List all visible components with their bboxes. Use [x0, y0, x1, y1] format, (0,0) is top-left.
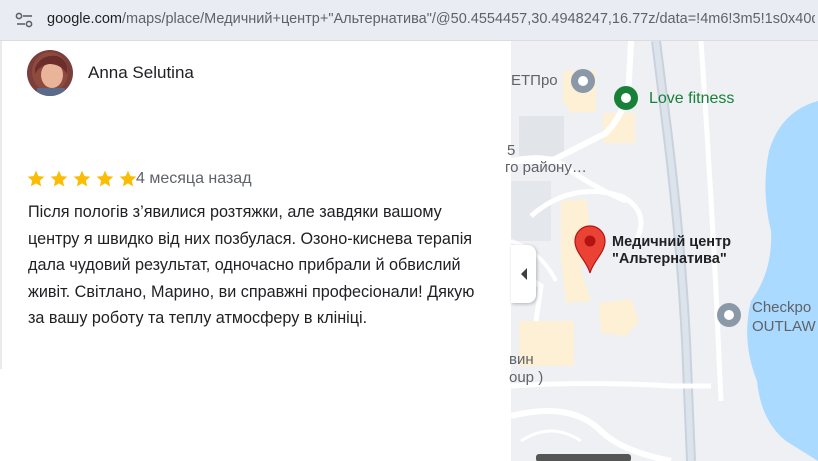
fitness-poi-icon[interactable] [613, 85, 639, 111]
medical-center-name-line1: Медичний центр [612, 234, 731, 250]
checkpoint-name-line1: Checkpo [752, 299, 812, 316]
map-label-district-number: 5 [507, 142, 516, 159]
map-label-medical-center[interactable]: Медичний центр "Альтернатива" [612, 234, 731, 268]
star-icon [96, 170, 114, 187]
star-rating [26, 169, 138, 191]
url-text[interactable]: google.com/maps/place/Медичний+центр+"Ал… [47, 11, 815, 27]
star-icon [50, 170, 68, 187]
address-bar[interactable]: google.com/maps/place/Медичний+центр+"Ал… [0, 0, 818, 41]
avatar[interactable] [27, 50, 73, 96]
checkpoint-poi-icon[interactable] [716, 302, 742, 328]
site-settings-icon[interactable] [14, 11, 36, 29]
url-host: google.com [47, 11, 122, 27]
star-icon [27, 170, 45, 187]
location-pin-icon[interactable] [573, 225, 607, 275]
review-text: Після пологів з’явилися розтяжки, але за… [28, 203, 475, 328]
map-label-checkpoint[interactable]: Checkpo OUTLAW [752, 298, 816, 336]
medical-center-name-line2: "Альтернатива" [612, 251, 727, 267]
map-label-love-fitness[interactable]: Love fitness [649, 90, 734, 108]
collapse-panel-button[interactable] [511, 245, 536, 303]
star-icon [73, 170, 91, 187]
review-date: 4 месяца назад [136, 170, 252, 187]
map-label-group[interactable]: oup ) [509, 369, 543, 386]
panel-edge [0, 41, 2, 369]
reviewer-name[interactable]: Anna Selutina [88, 63, 194, 83]
chevron-left-icon [520, 268, 527, 280]
etpro-poi-icon[interactable] [570, 68, 596, 94]
map-label-vin[interactable]: вин [509, 351, 534, 368]
map-label-etpro[interactable]: ЕТПро [511, 72, 558, 89]
map-label-district[interactable]: го району… [505, 159, 587, 176]
star-icon [119, 170, 137, 187]
checkpoint-name-line2: OUTLAW [752, 318, 816, 335]
url-path: /maps/place/Медичний+центр+"Альтернатива… [121, 11, 815, 27]
